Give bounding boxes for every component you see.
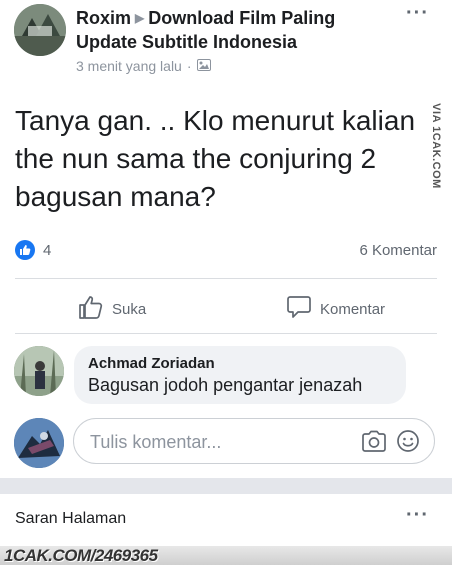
more-options-icon[interactable]: ··· [406, 504, 429, 527]
side-watermark: VIA 1CAK.COM [427, 103, 445, 189]
suggested-pages-title: Saran Halaman [15, 510, 127, 527]
like-label: Suka [112, 300, 147, 318]
like-badge-icon [15, 240, 35, 260]
post-meta: 3 menit yang lalu · [76, 58, 211, 74]
photo-icon [196, 58, 211, 74]
thumbs-up-icon [78, 294, 104, 324]
comment-bubble-icon [286, 294, 312, 324]
post-text: Tanya gan. .. Klo menurut kalian the nun… [15, 105, 416, 212]
divider [15, 333, 437, 334]
more-options-icon[interactable]: ··· [406, 2, 429, 25]
section-separator [0, 478, 452, 494]
post-author-line: Roxim ▶ Download Film Paling Update Subtit… [76, 6, 396, 54]
post-timestamp[interactable]: 3 menit yang lalu [76, 58, 182, 74]
commenter-avatar[interactable] [14, 346, 64, 396]
emoji-icon[interactable] [396, 429, 422, 460]
reactions-summary[interactable]: 4 [15, 240, 51, 260]
footer-watermark: 1CAK.COM/2469365 [0, 546, 452, 565]
author-name[interactable]: Roxim [76, 8, 131, 28]
comment-label: Komentar [320, 300, 386, 318]
divider [15, 278, 437, 279]
commenter-name[interactable]: Achmad Zoriadan [88, 355, 215, 372]
my-avatar[interactable] [14, 418, 64, 468]
dot-separator: · [186, 58, 192, 74]
comment-composer[interactable] [73, 418, 435, 464]
comment-input[interactable] [88, 429, 352, 455]
like-button[interactable]: Suka [78, 294, 146, 324]
comments-count[interactable]: 6 Komentar [359, 242, 437, 259]
camera-icon[interactable] [361, 430, 387, 457]
comment-text: Bagusan jodoh pengantar jenazah [88, 375, 363, 395]
group-avatar[interactable] [14, 4, 66, 56]
arrow-right-icon: ▶ [135, 11, 145, 25]
comment-button[interactable]: Komentar [286, 294, 385, 324]
like-count: 4 [43, 241, 52, 259]
